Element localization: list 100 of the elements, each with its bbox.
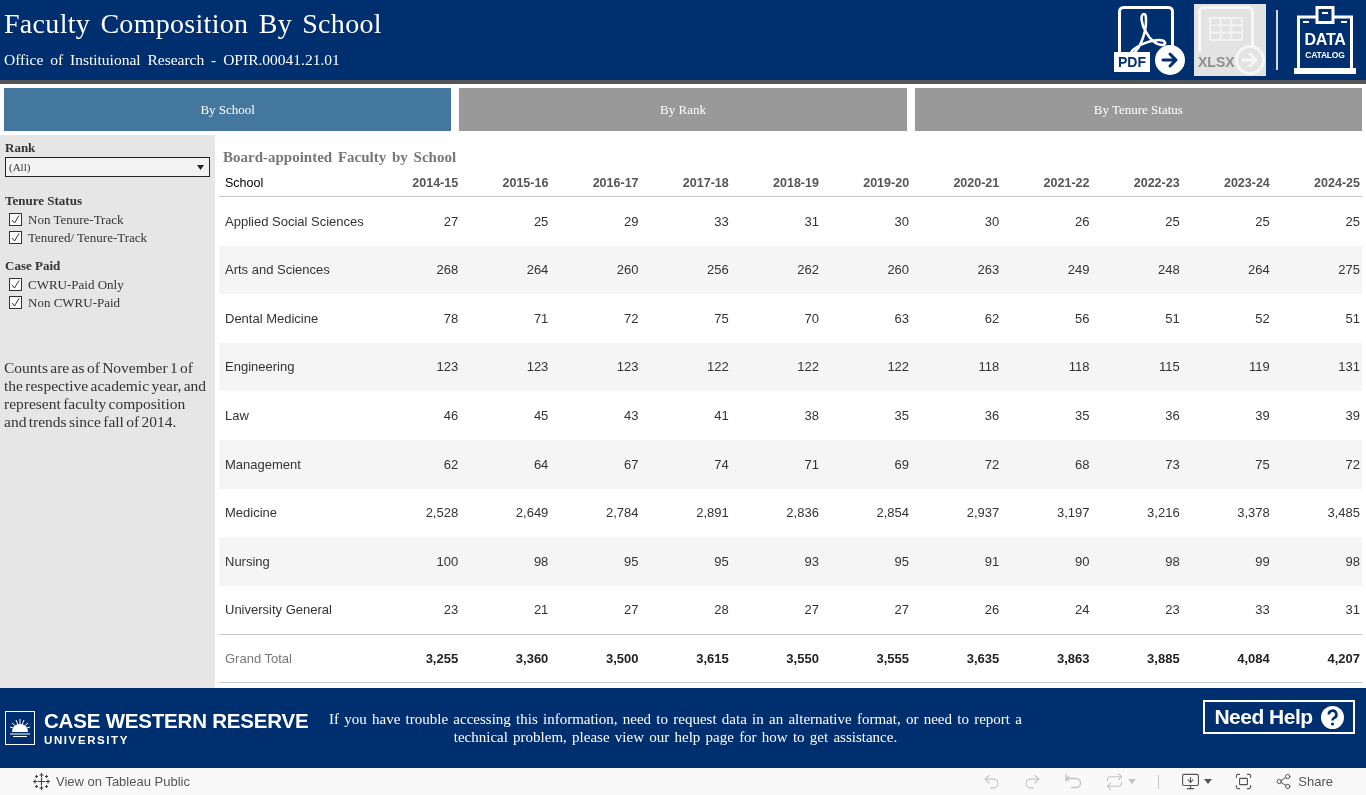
- table-cell-text: 249: [1066, 261, 1091, 280]
- caret-icon: [1128, 779, 1137, 784]
- row-header: Nursing: [224, 552, 271, 571]
- table-cell-text: 51: [1164, 309, 1181, 328]
- table-cell-text: 72: [983, 455, 1001, 474]
- pdf-download-button[interactable]: PDF: [1114, 4, 1186, 76]
- table-cell-text: 260: [615, 261, 640, 280]
- table-cell-text: 72: [1344, 455, 1361, 474]
- table-cell-text: 69: [893, 455, 911, 474]
- table-cell-text: 2,836: [785, 504, 820, 523]
- table-cell-text: 118: [1067, 358, 1091, 377]
- table-cell-text: 51: [1344, 309, 1361, 328]
- total-cell-text: 3,863: [1055, 650, 1091, 669]
- download-button[interactable]: [1181, 772, 1213, 791]
- checkbox-label[interactable]: Non CWRU-Paid: [28, 294, 121, 310]
- table-cell-text: 122: [796, 358, 820, 377]
- table-cell-text: 30: [893, 212, 911, 231]
- table-cell-text: 95: [893, 552, 911, 571]
- table-cell-text: 63: [893, 309, 911, 328]
- column-header: 2019-20: [862, 175, 911, 193]
- table-cell-text: 45: [532, 406, 550, 425]
- table-cell-text: 93: [803, 552, 820, 571]
- table-cell-text: 119: [1248, 358, 1271, 377]
- table-cell-text: 27: [623, 601, 640, 620]
- checkbox[interactable]: [9, 212, 22, 226]
- table-cell-text: 38: [803, 406, 820, 425]
- filter-heading: Rank: [5, 141, 37, 155]
- table-cell-text: 75: [713, 309, 730, 328]
- table-cell-text: 115: [1157, 358, 1181, 377]
- data-catalog-button[interactable]: DATA CATALOG: [1294, 6, 1356, 74]
- table-cell-text: 35: [1074, 406, 1091, 425]
- table-cell-text: 98: [532, 552, 550, 571]
- total-cell-text: 3,555: [875, 650, 911, 669]
- rank-dropdown[interactable]: (All): [5, 157, 210, 177]
- table-cell-text: 31: [803, 212, 820, 231]
- table-cell-text: 99: [1254, 552, 1271, 571]
- table-cell-text: 25: [1164, 212, 1181, 231]
- fullscreen-button[interactable]: [1234, 772, 1254, 791]
- table-cell-text: 36: [1164, 406, 1181, 425]
- table-cell-text: 2,891: [695, 504, 730, 523]
- table-cell-text: 122: [886, 358, 911, 377]
- question-icon: [1320, 705, 1344, 729]
- table-cell-text: 264: [525, 261, 550, 280]
- filter-heading: Case Paid: [5, 259, 62, 273]
- table-cell-text: 90: [1074, 552, 1091, 571]
- page-title: Faculty Composition By School: [4, 7, 382, 41]
- share-icon: [1275, 773, 1293, 790]
- table-cell-text: 131: [1337, 358, 1361, 377]
- table-cell-text: 62: [442, 455, 460, 474]
- table-cell-text: 25: [1344, 212, 1361, 231]
- table-cell-text: 264: [1247, 261, 1271, 280]
- table-cell-text: 3,216: [1146, 504, 1181, 523]
- row-header: Management: [224, 455, 302, 474]
- repeat-icon: [1105, 772, 1125, 791]
- table-cell-text: 23: [442, 601, 460, 620]
- table-cell-text: 25: [1254, 212, 1271, 231]
- table-cell-text: 98: [1164, 552, 1181, 571]
- arrow-circle-icon: [1155, 45, 1185, 75]
- university-subname: UNIVERSITY: [44, 734, 130, 746]
- checkbox-label[interactable]: Non Tenure-Track: [28, 211, 124, 227]
- table-cell-text: 21: [532, 601, 550, 620]
- table-cell-text: 62: [983, 309, 1001, 328]
- checkbox[interactable]: [9, 277, 22, 291]
- table-cell-text: 28: [713, 601, 730, 620]
- table-cell-text: 78: [442, 309, 460, 328]
- page-subtitle: Office of Instituional Research - OPIR.00041.21.01: [4, 51, 341, 69]
- table-cell-text: 27: [893, 601, 911, 620]
- checkbox[interactable]: [9, 230, 22, 244]
- table-cell-text: 2,528: [424, 504, 460, 523]
- table-cell-text: 3,378: [1236, 504, 1271, 523]
- note-text: Counts are as of November 1 of the respective academic year, and represent faculty composition and trends since fall of 2014.: [4, 359, 208, 431]
- table-cell-text: 26: [1074, 212, 1091, 231]
- filter-heading: Tenure Status: [5, 194, 83, 208]
- document-icon: [1118, 6, 1174, 52]
- table-title: Board-appointed Faculty by School: [222, 148, 458, 166]
- table-cell-text: 256: [706, 261, 730, 280]
- column-header: 2015-16: [501, 175, 550, 193]
- checkbox-label[interactable]: Tenured/ Tenure-Track: [28, 229, 148, 245]
- total-cell-text: 4,084: [1236, 650, 1271, 669]
- total-cell-text: 4,207: [1326, 650, 1361, 669]
- share-button[interactable]: Share: [1275, 771, 1333, 792]
- checkbox[interactable]: [9, 295, 22, 309]
- table-cell-text: 27: [442, 212, 460, 231]
- table-cell-text: 98: [1344, 552, 1361, 571]
- table-cell-text: 35: [893, 406, 911, 425]
- table-cell-text: 39: [1344, 406, 1361, 425]
- checkbox-label[interactable]: CWRU-Paid Only: [28, 276, 124, 292]
- revert-icon: [1064, 772, 1084, 791]
- need-help-button[interactable]: Need Help: [1203, 700, 1355, 734]
- view-tab[interactable]: By School: [4, 88, 452, 131]
- tableau-public-link[interactable]: View on Tableau Public: [33, 771, 190, 792]
- table-cell-text: 31: [1344, 601, 1361, 620]
- row-header: Engineering: [224, 358, 296, 377]
- table-cell-text: 260: [886, 261, 911, 280]
- caret-icon: [1204, 779, 1213, 784]
- table-cell-text: 41: [713, 406, 730, 425]
- row-header: University General: [224, 601, 333, 620]
- column-header: School: [224, 175, 265, 193]
- table-cell-text: 262: [796, 261, 820, 280]
- table-cell-text: 43: [623, 406, 640, 425]
